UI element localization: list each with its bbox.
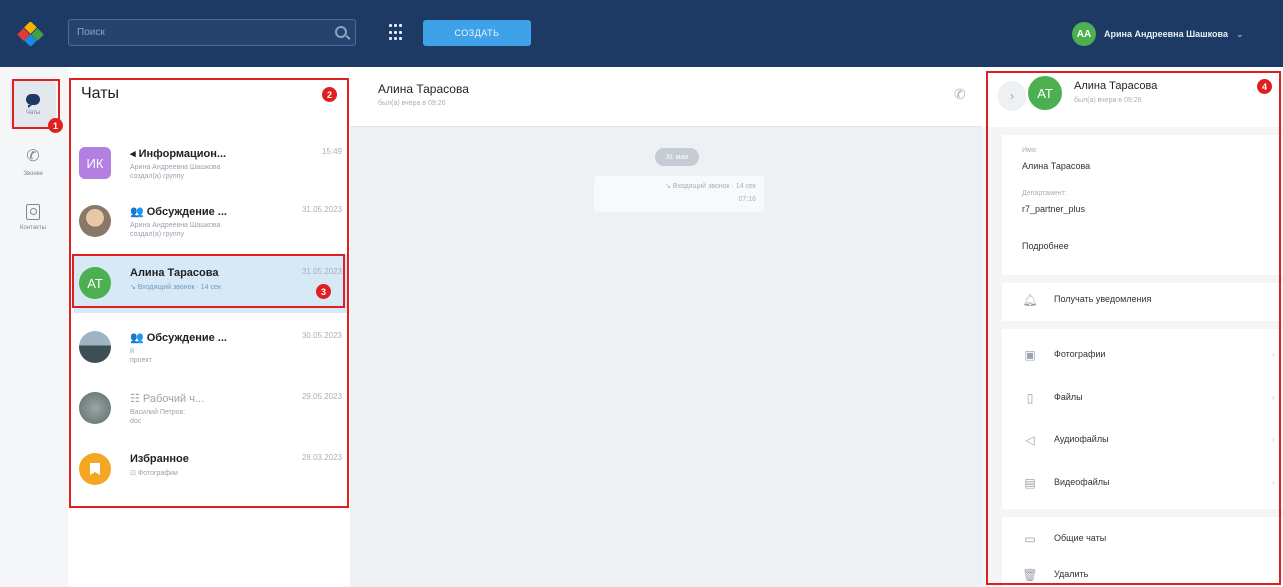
contacts-icon [26,203,40,220]
left-rail: Чаты ✆ Звонки Контакты [0,67,68,587]
user-name[interactable]: Арина Андреевна Шашкова [1104,29,1228,39]
chevron-down-icon[interactable]: ⌄ [1236,29,1244,40]
date-separator: 31 мая [655,148,699,166]
message-time: 07:16 [738,196,756,203]
annotation-badge: 4 [1257,79,1272,94]
avatar[interactable]: АА [1072,22,1096,46]
rail-item-label: Контакты [20,224,46,231]
phone-icon: ✆ [954,86,966,102]
dialpad-icon[interactable] [389,24,403,42]
rail-item-contacts[interactable]: Контакты [10,193,56,241]
phone-icon: ✆ [26,147,40,165]
user-menu[interactable]: АА Арина Андреевна Шашкова ⌄ [1072,22,1244,46]
annotation-badge: 1 [48,118,63,133]
chat-title[interactable]: Алина Тарасова [378,82,469,96]
rail-item-calls[interactable]: ✆ Звонки [10,137,56,185]
search-input[interactable] [69,20,319,45]
chat-view: Алина Тарасова был(а) вчера в 09:26 ✆ 31… [350,67,982,587]
annotation-badge: 3 [316,284,331,299]
search-box[interactable] [68,19,356,46]
create-button[interactable]: Создать [423,20,531,46]
rail-item-label: Звонки [23,170,43,177]
chat-header: Алина Тарасова был(а) вчера в 09:26 ✆ [350,67,982,127]
top-bar: Создать АА Арина Андреевна Шашкова ⌄ [0,0,1283,67]
search-icon[interactable] [335,26,347,38]
annotation-badge: 2 [322,87,337,102]
annotation-box [986,71,1281,585]
message-text: ↘ Входящий звонок · 14 сек [665,183,756,190]
app-logo-icon[interactable] [16,22,50,46]
chat-status: был(а) вчера в 09:26 [378,100,446,107]
call-button[interactable]: ✆ [954,86,966,103]
message-bubble[interactable]: ↘ Входящий звонок · 14 сек 07:16 [594,176,764,212]
annotation-box [72,254,345,308]
